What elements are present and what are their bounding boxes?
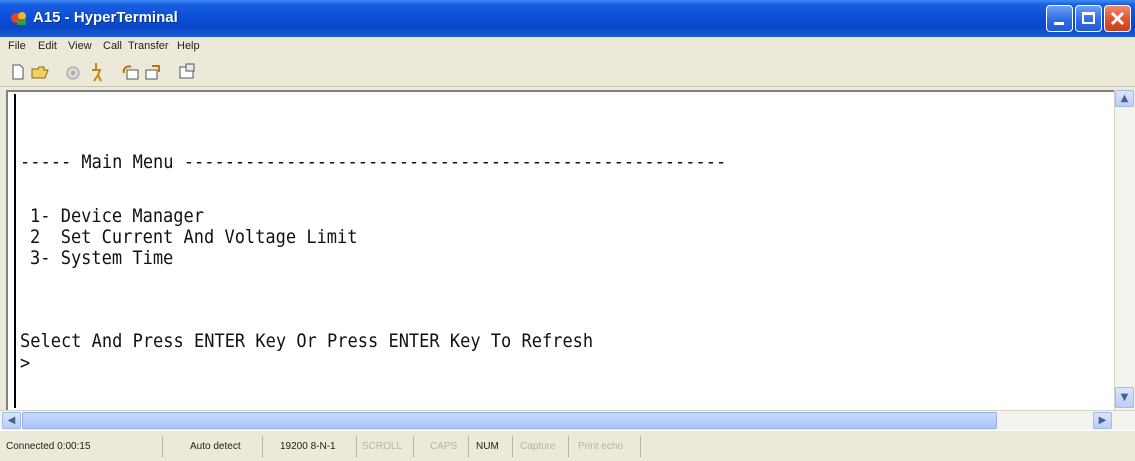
terminal-line-cursor: > xyxy=(20,352,31,375)
menu-call[interactable]: Call xyxy=(103,40,122,52)
menu-file[interactable]: File xyxy=(8,40,26,52)
status-auto-detect: Auto detect xyxy=(190,441,241,452)
menu-transfer[interactable]: Transfer xyxy=(128,40,169,52)
status-separator xyxy=(162,436,163,457)
menu-help[interactable]: Help xyxy=(177,40,200,52)
close-button[interactable] xyxy=(1104,5,1131,32)
status-separator xyxy=(356,436,357,457)
menu-view[interactable]: View xyxy=(68,40,92,52)
scroll-right-arrow-icon[interactable]: ▶ xyxy=(1093,412,1112,429)
status-print-echo: Print echo xyxy=(578,441,624,452)
open-icon[interactable] xyxy=(30,62,50,82)
terminal-line-option-2: 2 Set Current And Voltage Limit xyxy=(30,226,358,249)
status-separator xyxy=(640,436,641,457)
window-title: A15 - HyperTerminal xyxy=(33,9,178,26)
status-scroll: SCROLL xyxy=(362,441,403,452)
menu-bar: File Edit View Call Transfer Help xyxy=(0,37,1135,58)
toolbar xyxy=(0,58,1135,87)
status-separator xyxy=(468,436,469,457)
terminal-left-margin xyxy=(14,94,16,408)
minimize-button[interactable] xyxy=(1046,5,1073,32)
hyperterminal-app-icon xyxy=(11,12,26,25)
status-bar: Connected 0:00:15 Auto detect 19200 8-N-… xyxy=(0,430,1135,461)
title-bar[interactable]: A15 - HyperTerminal xyxy=(0,0,1135,37)
status-caps: CAPS xyxy=(430,441,458,452)
vertical-scrollbar[interactable]: ▲ ▼ xyxy=(1114,90,1135,410)
terminal-line-main-menu: ----- Main Menu ------------------------… xyxy=(20,151,727,174)
terminal-line-option-1: 1- Device Manager xyxy=(30,205,204,228)
status-separator xyxy=(413,436,414,457)
new-icon[interactable] xyxy=(8,62,28,82)
menu-edit[interactable]: Edit xyxy=(38,40,57,52)
call-icon[interactable] xyxy=(63,62,83,82)
status-num: NUM xyxy=(476,441,499,452)
terminal-line-prompt-text: Select And Press ENTER Key Or Press ENTE… xyxy=(20,330,594,353)
scroll-down-arrow-icon[interactable]: ▼ xyxy=(1115,387,1134,408)
receive-icon[interactable] xyxy=(143,62,163,82)
horizontal-scroll-thumb[interactable] xyxy=(22,412,997,429)
properties-icon[interactable] xyxy=(177,62,197,82)
scroll-up-arrow-icon[interactable]: ▲ xyxy=(1115,90,1134,107)
maximize-icon xyxy=(1082,12,1095,24)
terminal-line-option-3: 3- System Time xyxy=(30,247,174,270)
minimize-icon xyxy=(1054,22,1064,25)
maximize-button[interactable] xyxy=(1075,5,1102,32)
horizontal-scrollbar[interactable]: ◀ ▶ xyxy=(0,410,1135,430)
disconnect-icon[interactable] xyxy=(86,62,106,82)
status-connected: Connected 0:00:15 xyxy=(6,441,91,452)
status-port-settings: 19200 8-N-1 xyxy=(280,441,336,452)
status-separator xyxy=(512,436,513,457)
close-icon xyxy=(1110,11,1125,26)
status-separator xyxy=(568,436,569,457)
scroll-left-arrow-icon[interactable]: ◀ xyxy=(2,412,21,429)
send-icon[interactable] xyxy=(121,62,141,82)
status-capture: Capture xyxy=(520,441,556,452)
status-separator xyxy=(262,436,263,457)
